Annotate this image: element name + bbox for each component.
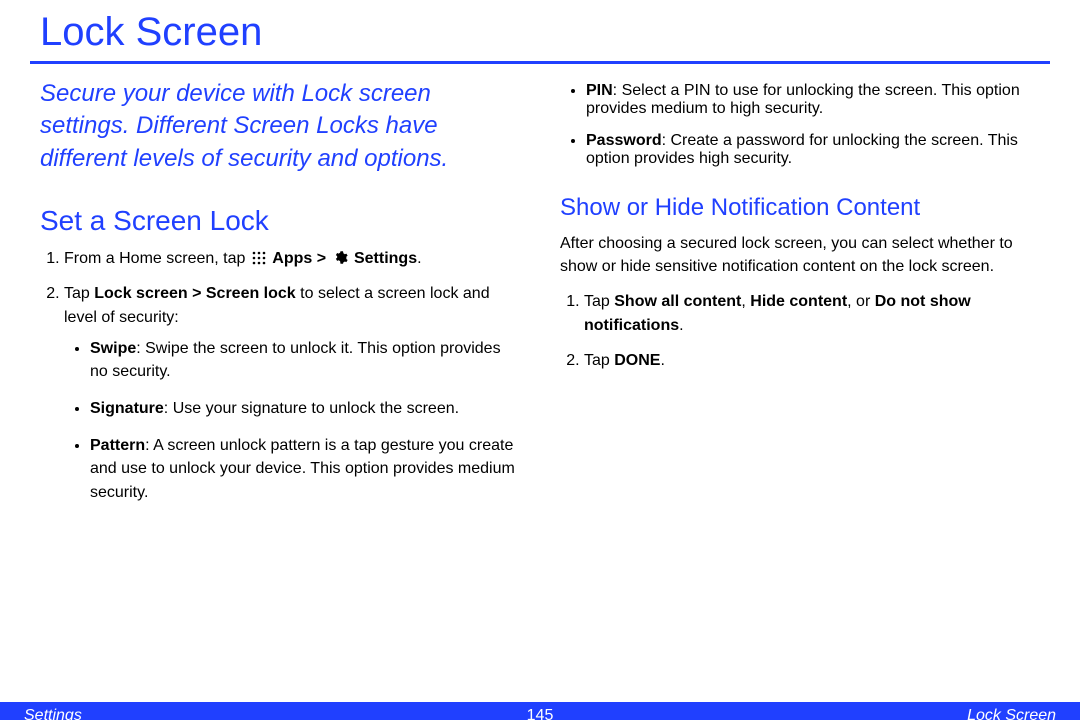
option-pin: PIN: Select a PIN to use for unlocking t… — [586, 82, 1040, 118]
page-title: Lock Screen — [40, 10, 1080, 55]
option-text: : A screen unlock pattern is a tap gestu… — [90, 437, 515, 500]
footer-right: Lock Screen — [553, 707, 1080, 720]
text: , or — [847, 293, 875, 310]
done-label: DONE — [614, 352, 660, 369]
footer-left: Settings — [0, 707, 527, 720]
apps-label: Apps > — [272, 250, 330, 267]
option-text: : Select a PIN to use for unlocking the … — [586, 82, 1020, 117]
opt: Hide content — [750, 293, 847, 310]
text: . — [417, 250, 421, 267]
option-text: : Use your signature to unlock the scree… — [164, 400, 459, 417]
page-footer: Settings 145 Lock Screen — [0, 702, 1080, 720]
notification-intro: After choosing a secured lock screen, yo… — [560, 232, 1040, 278]
text: Tap — [584, 293, 614, 310]
intro-text: Secure your device with Lock screen sett… — [40, 78, 520, 175]
option-label: PIN — [586, 82, 613, 99]
option-signature: Signature: Use your signature to unlock … — [90, 397, 520, 420]
text: , — [741, 293, 750, 310]
option-label: Password — [586, 132, 662, 149]
text: Tap — [584, 352, 614, 369]
option-label: Pattern — [90, 437, 145, 454]
lock-options-list: Swipe: Swipe the screen to unlock it. Th… — [64, 337, 520, 504]
text: From a Home screen, tap — [64, 250, 250, 267]
step-1: From a Home screen, tap Apps > Settings. — [64, 247, 520, 270]
apps-grid-icon — [252, 251, 266, 265]
option-label: Swipe — [90, 340, 136, 357]
section-set-screen-lock: Set a Screen Lock — [40, 205, 520, 237]
section-notification-content: Show or Hide Notification Content — [560, 194, 1040, 222]
set-lock-steps: From a Home screen, tap Apps > Settings.… — [40, 247, 520, 504]
content-columns: Secure your device with Lock screen sett… — [0, 78, 1080, 518]
text: . — [660, 352, 664, 369]
option-label: Signature — [90, 400, 164, 417]
title-rule — [30, 61, 1050, 64]
option-password: Password: Create a password for unlockin… — [586, 132, 1040, 168]
notification-steps: Tap Show all content, Hide content, or D… — [560, 290, 1040, 372]
manual-page: { "title": "Lock Screen", "intro": "Secu… — [0, 10, 1080, 720]
lock-options-list-continued: PIN: Select a PIN to use for unlocking t… — [560, 82, 1040, 168]
option-text: : Swipe the screen to unlock it. This op… — [90, 340, 501, 380]
path-label: Lock screen > Screen lock — [94, 285, 295, 302]
step-2: Tap Lock screen > Screen lock to select … — [64, 282, 520, 504]
text: . — [679, 317, 683, 334]
option-swipe: Swipe: Swipe the screen to unlock it. Th… — [90, 337, 520, 383]
settings-gear-icon — [333, 250, 348, 265]
left-column: Secure your device with Lock screen sett… — [40, 78, 520, 518]
option-pattern: Pattern: A screen unlock pattern is a ta… — [90, 434, 520, 504]
right-column: PIN: Select a PIN to use for unlocking t… — [560, 78, 1040, 518]
footer-page-number: 145 — [527, 707, 554, 720]
settings-label: Settings — [354, 250, 417, 267]
notif-step-2: Tap DONE. — [584, 349, 1040, 372]
notif-step-1: Tap Show all content, Hide content, or D… — [584, 290, 1040, 336]
text: Tap — [64, 285, 94, 302]
opt: Show all content — [614, 293, 741, 310]
